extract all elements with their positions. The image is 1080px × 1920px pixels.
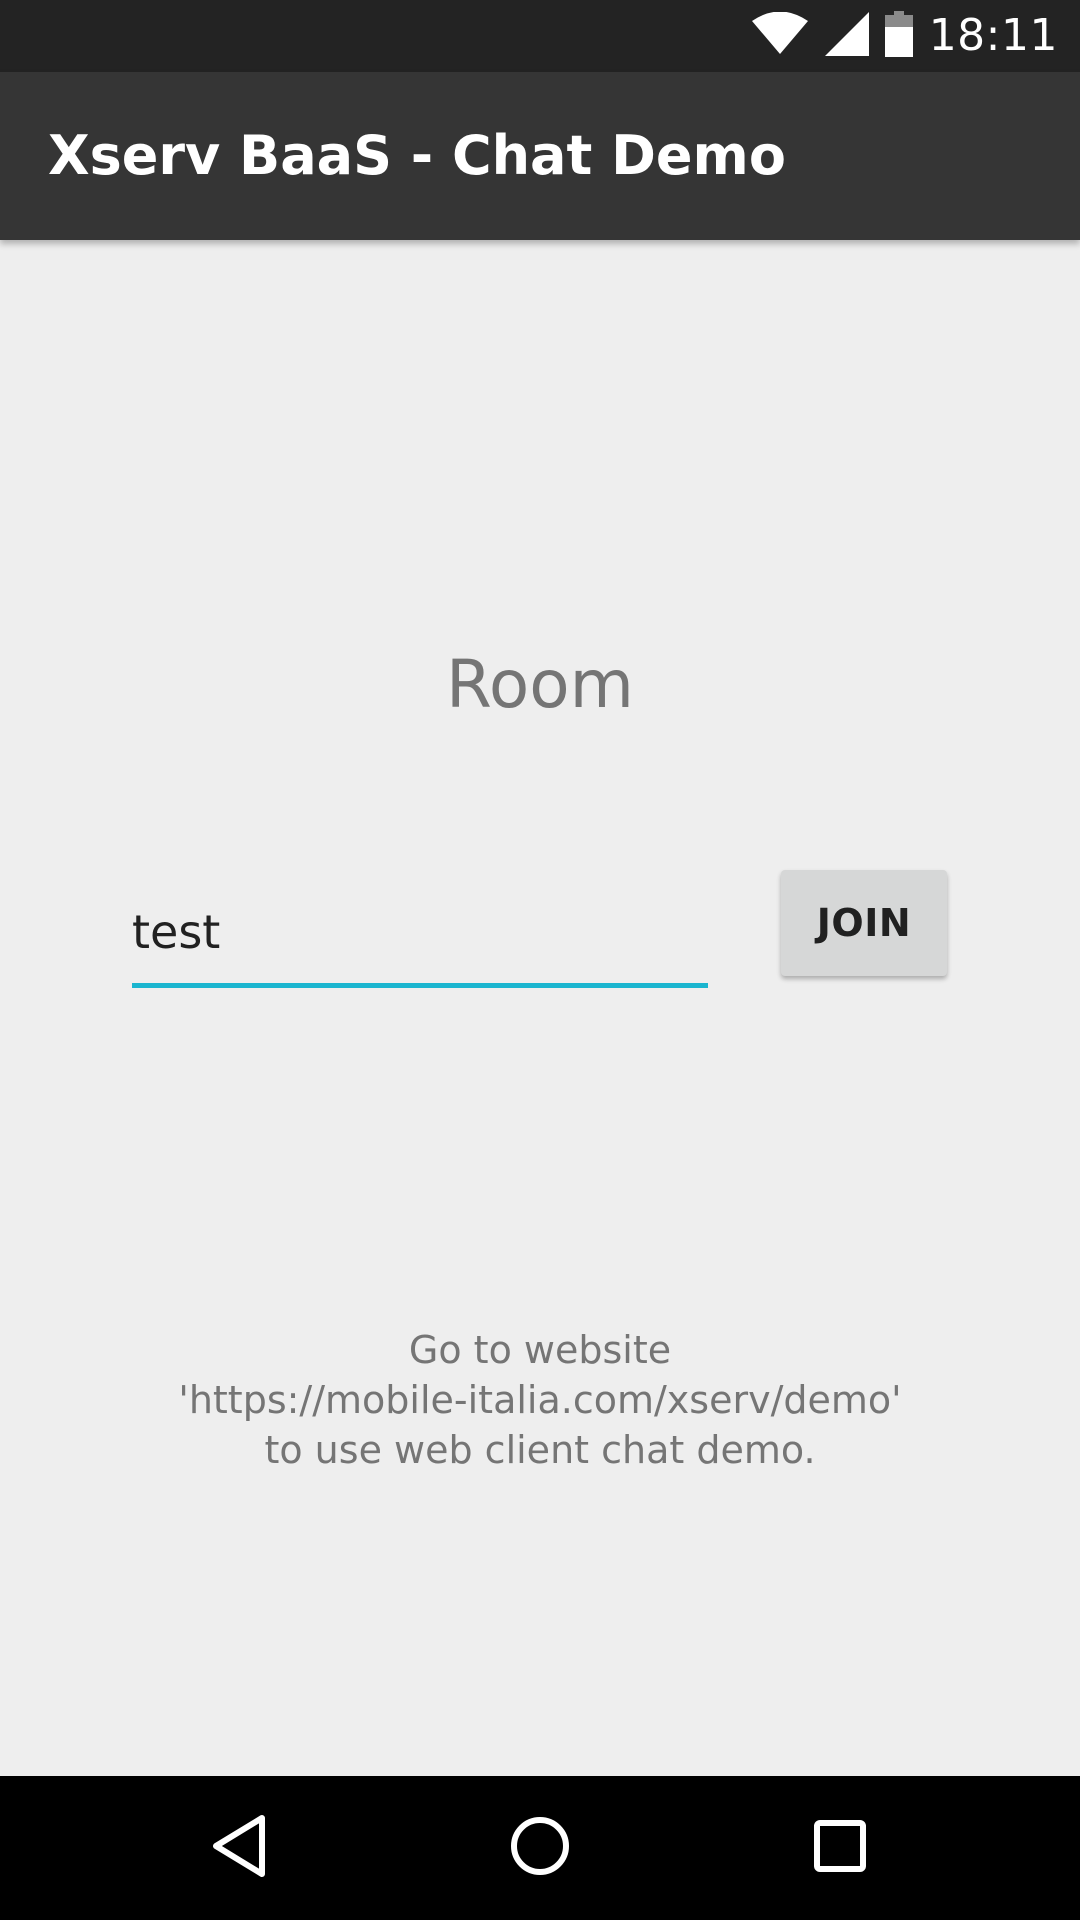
- app-bar: Xserv BaaS - Chat Demo: [0, 72, 1080, 240]
- info-text: Go to website 'https://mobile-italia.com…: [0, 1325, 1080, 1475]
- join-button[interactable]: JOIN: [781, 870, 947, 976]
- cell-signal-icon: [824, 12, 869, 60]
- wifi-icon: [751, 11, 809, 60]
- back-icon: [210, 1813, 270, 1883]
- home-button[interactable]: [490, 1798, 590, 1898]
- home-icon: [509, 1815, 571, 1881]
- battery-icon: [884, 11, 913, 61]
- room-input-container: [132, 880, 708, 990]
- recents-icon: [813, 1819, 867, 1877]
- room-label: Room: [446, 646, 634, 723]
- status-time: 18:11: [928, 10, 1058, 61]
- status-icons: 18:11: [751, 0, 1058, 72]
- status-bar: 18:11: [0, 0, 1080, 72]
- info-line-2: 'https://mobile-italia.com/xserv/demo': [178, 1378, 902, 1422]
- info-line-3: to use web client chat demo.: [264, 1428, 816, 1472]
- back-button[interactable]: [190, 1798, 290, 1898]
- room-input-underline: [132, 983, 708, 988]
- room-input[interactable]: [132, 880, 708, 984]
- info-line-1: Go to website: [408, 1328, 672, 1372]
- app-title: Xserv BaaS - Chat Demo: [48, 124, 786, 187]
- recents-button[interactable]: [790, 1798, 890, 1898]
- screen: 18:11 Xserv BaaS - Chat Demo Room JOIN G…: [0, 0, 1080, 1920]
- nav-bar: [0, 1776, 1080, 1920]
